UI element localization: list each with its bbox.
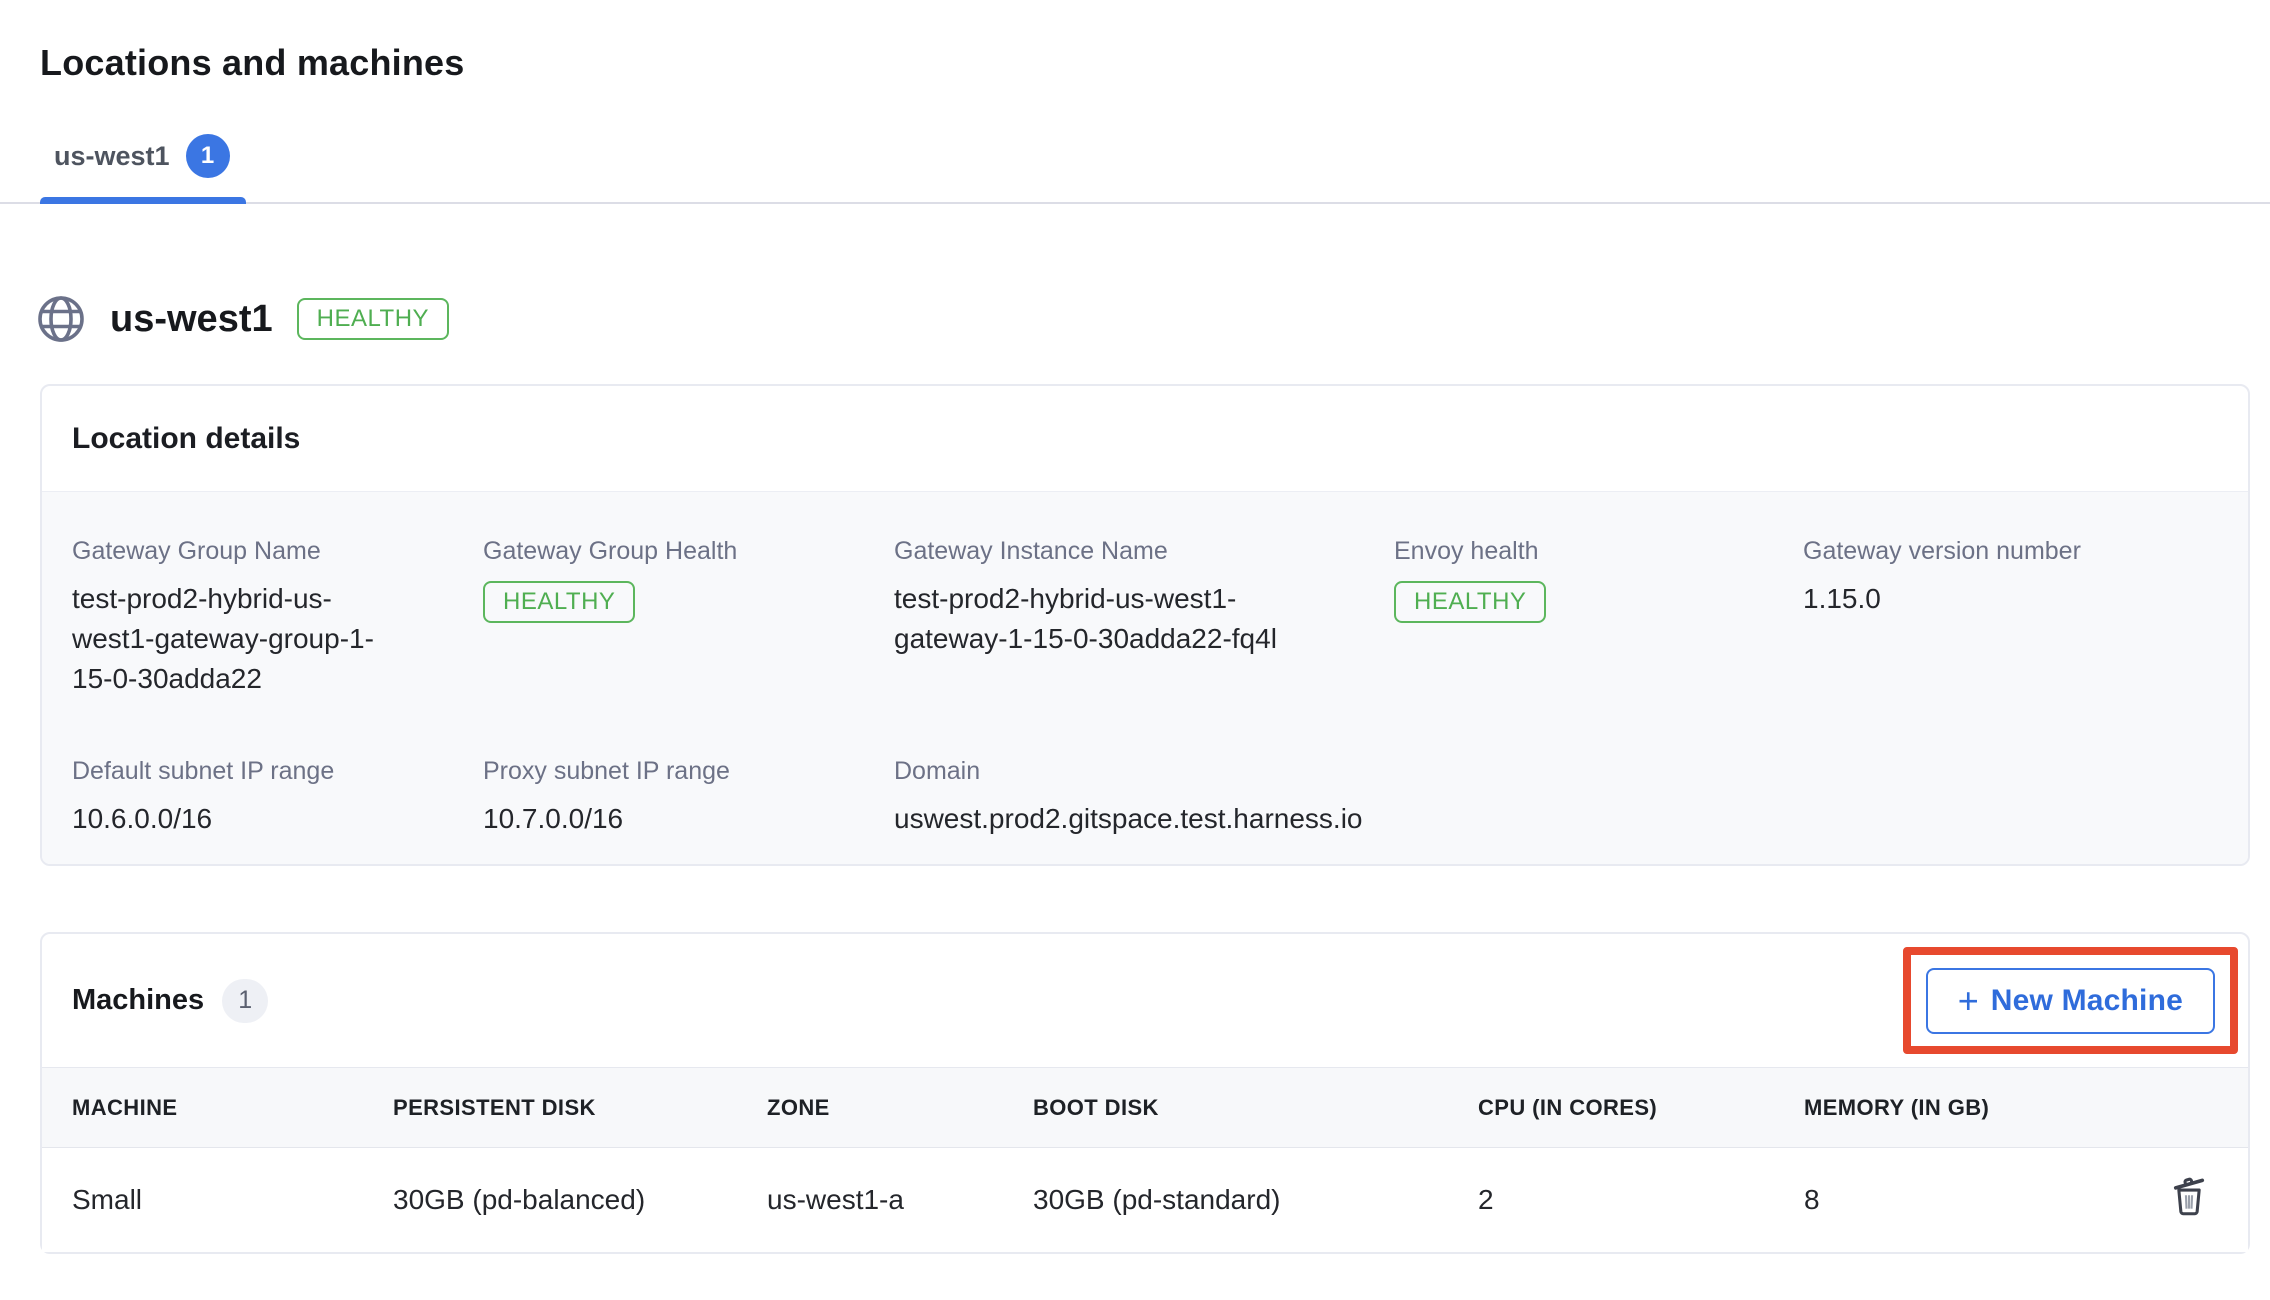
location-heading: us-west1 HEALTHY: [36, 294, 2270, 344]
highlight-annotation: + New Machine: [1903, 947, 2238, 1054]
field-gateway-version: Gateway version number 1.15.0: [1803, 536, 2218, 699]
field-default-subnet: Default subnet IP range 10.6.0.0/16: [72, 756, 483, 839]
new-machine-label: New Machine: [1991, 984, 2183, 1018]
field-label: Domain: [894, 756, 1394, 787]
gateway-group-health-badge: HEALTHY: [483, 581, 635, 623]
column-header-boot-disk: BOOT DISK: [1033, 1068, 1478, 1148]
field-label: Gateway Group Name: [72, 536, 483, 567]
field-value: test-prod2-hybrid-us-west1-gateway-group…: [72, 579, 412, 699]
location-tabs-bar: us-west1 1: [0, 134, 2270, 204]
tab-label: us-west1: [54, 141, 170, 172]
column-header-persistent-disk: PERSISTENT DISK: [393, 1068, 767, 1148]
location-details-title: Location details: [72, 422, 300, 456]
location-name: us-west1: [110, 298, 273, 341]
active-tab-underline: [40, 197, 246, 204]
field-value: 10.7.0.0/16: [483, 799, 894, 839]
field-label: Proxy subnet IP range: [483, 756, 894, 787]
location-details-row-1: Gateway Group Name test-prod2-hybrid-us-…: [72, 536, 2218, 699]
plus-icon: +: [1958, 983, 1979, 1019]
cell-persistent-disk: 30GB (pd-balanced): [393, 1148, 767, 1252]
location-details-card: Location details Gateway Group Name test…: [40, 384, 2250, 866]
cell-memory: 8: [1804, 1148, 2104, 1252]
column-header-machine: MACHINE: [42, 1068, 393, 1148]
column-header-zone: ZONE: [767, 1068, 1033, 1148]
globe-icon: [36, 294, 86, 344]
field-value: 1.15.0: [1803, 579, 2218, 619]
field-domain: Domain uswest.prod2.gitspace.test.harnes…: [894, 756, 1394, 839]
locations-and-machines-page: Locations and machines us-west1 1 us-wes…: [0, 42, 2270, 1254]
page-title: Locations and machines: [40, 42, 2270, 84]
machines-table: MACHINE PERSISTENT DISK ZONE BOOT DISK C…: [42, 1067, 2248, 1252]
field-label: Gateway Instance Name: [894, 536, 1394, 567]
cell-cpu: 2: [1478, 1148, 1804, 1252]
field-label: Gateway version number: [1803, 536, 2218, 567]
field-gateway-group-name: Gateway Group Name test-prod2-hybrid-us-…: [72, 536, 483, 699]
field-label: Default subnet IP range: [72, 756, 483, 787]
location-details-body: Gateway Group Name test-prod2-hybrid-us-…: [42, 492, 2248, 864]
machines-card: Machines 1 + New Machine MACHINE PERSIST…: [40, 932, 2250, 1254]
location-details-row-2: Default subnet IP range 10.6.0.0/16 Prox…: [72, 756, 2218, 839]
tab-count-badge: 1: [186, 134, 230, 178]
trash-icon: [2166, 1173, 2212, 1222]
machine-table-row: Small 30GB (pd-balanced) us-west1-a 30GB…: [42, 1148, 2248, 1252]
field-label: Envoy health: [1394, 536, 1803, 567]
field-value: test-prod2-hybrid-us-west1-gateway-1-15-…: [894, 579, 1326, 659]
machines-header: Machines 1 + New Machine: [42, 934, 2248, 1067]
machines-count-badge: 1: [222, 979, 268, 1023]
column-header-memory: MEMORY (IN GB): [1804, 1068, 2104, 1148]
envoy-health-badge: HEALTHY: [1394, 581, 1546, 623]
machines-title: Machines: [72, 984, 204, 1017]
field-gateway-instance-name: Gateway Instance Name test-prod2-hybrid-…: [894, 536, 1394, 699]
field-envoy-health: Envoy health HEALTHY: [1394, 536, 1803, 699]
tab-us-west1[interactable]: us-west1 1: [40, 134, 246, 202]
field-label: Gateway Group Health: [483, 536, 894, 567]
field-value: uswest.prod2.gitspace.test.harness.io: [894, 799, 1394, 839]
cell-zone: us-west1-a: [767, 1148, 1033, 1252]
delete-machine-button[interactable]: [2166, 1173, 2212, 1222]
cell-boot-disk: 30GB (pd-standard): [1033, 1148, 1478, 1252]
location-status-badge: HEALTHY: [297, 298, 449, 340]
field-proxy-subnet: Proxy subnet IP range 10.7.0.0/16: [483, 756, 894, 839]
new-machine-button[interactable]: + New Machine: [1926, 968, 2215, 1034]
column-header-cpu: CPU (IN CORES): [1478, 1068, 1804, 1148]
cell-machine: Small: [42, 1148, 393, 1252]
location-details-header: Location details: [42, 386, 2248, 492]
field-gateway-group-health: Gateway Group Health HEALTHY: [483, 536, 894, 699]
field-value: 10.6.0.0/16: [72, 799, 483, 839]
table-header-row: MACHINE PERSISTENT DISK ZONE BOOT DISK C…: [42, 1068, 2248, 1148]
